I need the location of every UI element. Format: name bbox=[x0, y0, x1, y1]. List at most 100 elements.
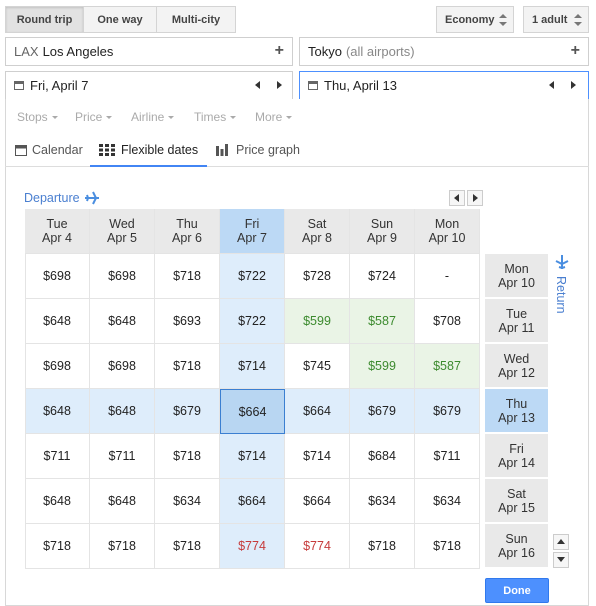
return-day-header[interactable]: Fri Apr 14 bbox=[485, 434, 548, 478]
price-cell[interactable]: $728 bbox=[285, 254, 350, 299]
price-cell[interactable]: $587 bbox=[350, 299, 415, 344]
return-day-header[interactable]: Mon Apr 10 bbox=[485, 254, 548, 298]
prev-date-icon[interactable] bbox=[255, 81, 260, 89]
chevron-down-icon bbox=[557, 557, 565, 562]
price-cell[interactable]: $664 bbox=[220, 479, 285, 524]
return-day-header[interactable]: Wed Apr 12 bbox=[485, 344, 548, 388]
origin-name: Los Angeles bbox=[42, 44, 114, 59]
calendar-icon bbox=[308, 81, 318, 90]
price-cell[interactable]: $698 bbox=[90, 254, 155, 299]
price-cell[interactable]: $718 bbox=[25, 524, 90, 569]
prev-date-icon[interactable] bbox=[549, 81, 554, 89]
return-day-header[interactable]: Tue Apr 11 bbox=[485, 299, 548, 343]
next-date-icon[interactable] bbox=[571, 81, 576, 89]
done-button[interactable]: Done bbox=[485, 578, 549, 603]
price-cell[interactable]: $722 bbox=[220, 299, 285, 344]
tab-flexible-dates[interactable]: Flexible dates bbox=[99, 143, 198, 157]
price-cell[interactable]: $698 bbox=[90, 344, 155, 389]
price-cell[interactable]: $664 bbox=[220, 389, 285, 434]
tab-calendar[interactable]: Calendar bbox=[15, 143, 83, 157]
prev-return-week-button[interactable] bbox=[553, 534, 569, 550]
price-cell[interactable]: $648 bbox=[90, 299, 155, 344]
price-cell[interactable]: $679 bbox=[415, 389, 480, 434]
prev-week-button[interactable] bbox=[449, 190, 465, 206]
one-way-button[interactable]: One way bbox=[83, 6, 157, 33]
price-cell[interactable]: $718 bbox=[155, 524, 220, 569]
return-day-header[interactable]: Sat Apr 15 bbox=[485, 479, 548, 523]
price-cell[interactable]: $722 bbox=[220, 254, 285, 299]
price-cell[interactable]: $711 bbox=[25, 434, 90, 479]
price-cell[interactable]: $648 bbox=[90, 389, 155, 434]
price-cell[interactable]: $599 bbox=[350, 344, 415, 389]
price-cell[interactable]: $745 bbox=[285, 344, 350, 389]
price-cell[interactable]: $599 bbox=[285, 299, 350, 344]
price-cell[interactable]: $718 bbox=[90, 524, 155, 569]
departure-day-header[interactable]: Tue Apr 4 bbox=[25, 209, 90, 254]
departure-day-header[interactable]: Sat Apr 8 bbox=[285, 209, 350, 254]
price-cell[interactable]: $718 bbox=[155, 434, 220, 479]
price-cell[interactable]: $718 bbox=[155, 344, 220, 389]
filter-more[interactable]: More bbox=[255, 110, 293, 124]
origin-field[interactable]: LAX Los Angeles + bbox=[5, 37, 293, 66]
price-cell[interactable]: $679 bbox=[350, 389, 415, 434]
price-cell[interactable]: $774 bbox=[220, 524, 285, 569]
day-date: Apr 4 bbox=[42, 231, 72, 245]
price-cell[interactable]: $774 bbox=[285, 524, 350, 569]
price-cell[interactable]: - bbox=[415, 254, 480, 299]
filter-price[interactable]: Price bbox=[75, 110, 113, 124]
calendar-icon bbox=[15, 145, 27, 156]
price-cell[interactable]: $648 bbox=[25, 389, 90, 434]
price-cell[interactable]: $648 bbox=[25, 479, 90, 524]
caret-down-icon bbox=[106, 116, 113, 120]
price-cell[interactable]: $648 bbox=[25, 299, 90, 344]
caret-down-icon bbox=[168, 116, 175, 120]
price-cell[interactable]: $718 bbox=[415, 524, 480, 569]
price-cell[interactable]: $724 bbox=[350, 254, 415, 299]
next-return-week-button[interactable] bbox=[553, 552, 569, 568]
price-cell[interactable]: $684 bbox=[350, 434, 415, 479]
departure-day-header[interactable]: Sun Apr 9 bbox=[350, 209, 415, 254]
price-cell[interactable]: $714 bbox=[220, 434, 285, 479]
price-cell[interactable]: $587 bbox=[415, 344, 480, 389]
tab-price-graph[interactable]: Price graph bbox=[216, 143, 300, 157]
departure-day-header[interactable]: Mon Apr 10 bbox=[415, 209, 480, 254]
departure-day-header[interactable]: Thu Apr 6 bbox=[155, 209, 220, 254]
price-cell[interactable]: $664 bbox=[285, 479, 350, 524]
price-cell[interactable]: $664 bbox=[285, 389, 350, 434]
price-cell[interactable]: $698 bbox=[25, 254, 90, 299]
plus-icon[interactable]: + bbox=[571, 42, 580, 60]
filter-airline[interactable]: Airline bbox=[131, 110, 175, 124]
round-trip-button[interactable]: Round trip bbox=[5, 6, 84, 33]
destination-field[interactable]: Tokyo (all airports) + bbox=[299, 37, 589, 66]
return-day-header[interactable]: Sun Apr 16 bbox=[485, 524, 548, 568]
price-cell[interactable]: $693 bbox=[155, 299, 220, 344]
price-cell[interactable]: $634 bbox=[350, 479, 415, 524]
day-of-week: Tue bbox=[46, 217, 68, 231]
next-date-icon[interactable] bbox=[277, 81, 282, 89]
price-cell[interactable]: $718 bbox=[155, 254, 220, 299]
price-cell[interactable]: $718 bbox=[350, 524, 415, 569]
price-cell[interactable]: $698 bbox=[25, 344, 90, 389]
multi-city-button[interactable]: Multi-city bbox=[156, 6, 236, 33]
departure-day-header[interactable]: Wed Apr 5 bbox=[90, 209, 155, 254]
return-date-field[interactable]: Thu, April 13 bbox=[299, 71, 589, 100]
price-cell[interactable]: $711 bbox=[90, 434, 155, 479]
filter-times[interactable]: Times bbox=[194, 110, 237, 124]
price-cell[interactable]: $714 bbox=[285, 434, 350, 479]
price-cell[interactable]: $711 bbox=[415, 434, 480, 479]
cabin-select[interactable]: Economy bbox=[436, 6, 514, 33]
next-week-button[interactable] bbox=[467, 190, 483, 206]
day-date: Apr 8 bbox=[302, 231, 332, 245]
price-cell[interactable]: $634 bbox=[155, 479, 220, 524]
filter-stops[interactable]: Stops bbox=[17, 110, 58, 124]
passengers-select[interactable]: 1 adult bbox=[523, 6, 589, 33]
price-cell[interactable]: $634 bbox=[415, 479, 480, 524]
price-cell[interactable]: $648 bbox=[90, 479, 155, 524]
plus-icon[interactable]: + bbox=[275, 42, 284, 60]
departure-day-header[interactable]: Fri Apr 7 bbox=[220, 209, 285, 254]
return-day-header[interactable]: Thu Apr 13 bbox=[485, 389, 548, 433]
price-cell[interactable]: $679 bbox=[155, 389, 220, 434]
price-cell[interactable]: $708 bbox=[415, 299, 480, 344]
depart-date-field[interactable]: Fri, April 7 bbox=[5, 71, 293, 100]
price-cell[interactable]: $714 bbox=[220, 344, 285, 389]
